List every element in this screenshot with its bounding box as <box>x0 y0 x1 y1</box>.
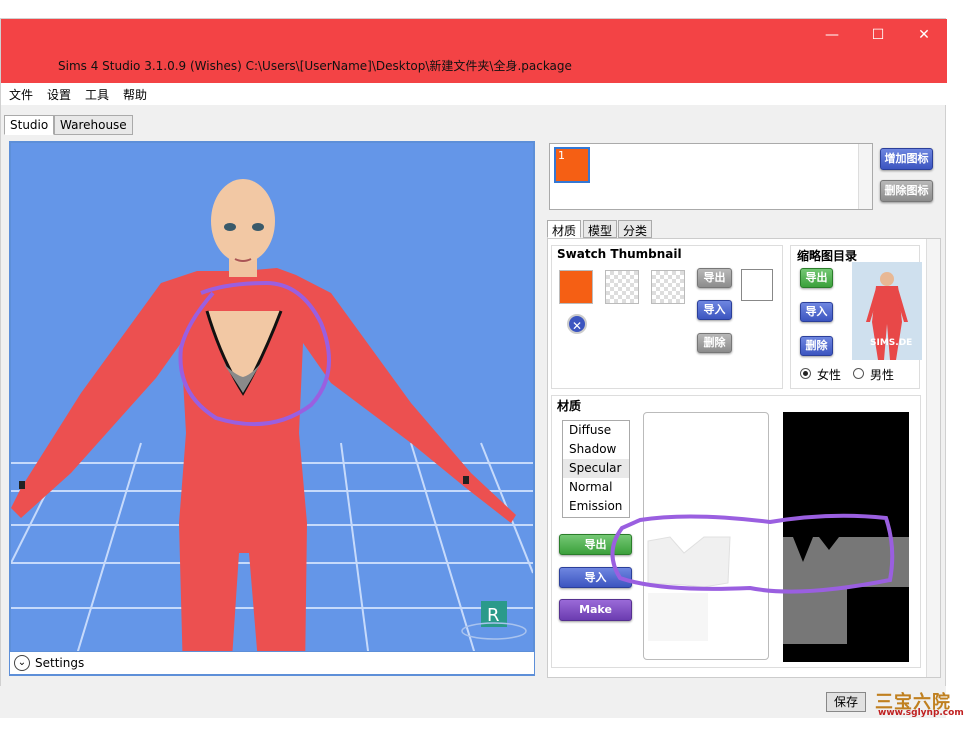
annotation-oval <box>610 513 895 594</box>
tab-studio[interactable]: Studio <box>4 115 55 135</box>
chevron-down-icon[interactable]: ⌄ <box>14 655 30 671</box>
swatch-delete-button[interactable]: 删除 <box>697 333 732 353</box>
close-icon[interactable]: ✕ <box>908 25 940 45</box>
title-bar: Sims 4 Studio 3.1.0.9 (Wishes) C:\Users\… <box>1 19 947 83</box>
tab-category[interactable]: 分类 <box>618 220 653 238</box>
catalog-thumb-text: SIMS.DE <box>870 338 913 348</box>
settings-label: Settings <box>35 656 85 670</box>
add-icon-button[interactable]: 增加图标 <box>880 148 933 170</box>
list-item[interactable]: Specular <box>563 459 629 478</box>
sim-figure <box>11 179 516 674</box>
female-radio[interactable] <box>800 368 811 379</box>
tab-warehouse[interactable]: Warehouse <box>54 115 133 135</box>
menu-help[interactable]: 帮助 <box>123 86 147 103</box>
remove-swatch-icon[interactable]: ✕ <box>567 314 587 334</box>
window-title: Sims 4 Studio 3.1.0.9 (Wishes) C:\Users\… <box>58 59 572 73</box>
material-list[interactable]: Diffuse Shadow Specular Normal Emission <box>562 420 630 518</box>
settings-bar[interactable]: ⌄ Settings <box>9 651 535 675</box>
male-radio[interactable] <box>853 368 864 379</box>
swatch-color[interactable] <box>559 270 593 304</box>
female-label: 女性 <box>817 368 842 382</box>
swatch-title: Swatch Thumbnail <box>557 247 682 261</box>
model-preview: R <box>11 179 533 674</box>
catalog-thumbnail: SIMS.DE <box>852 262 922 360</box>
swatch-slot-2[interactable] <box>605 270 639 304</box>
watermark-url: www.sglynp.com <box>878 708 964 718</box>
icon-list[interactable]: 1 <box>549 143 873 210</box>
catalog-export-button[interactable]: 导出 <box>800 268 833 288</box>
menu-settings[interactable]: 设置 <box>47 86 71 103</box>
swatch-slot-3[interactable] <box>651 270 685 304</box>
catalog-import-button[interactable]: 导入 <box>800 302 833 322</box>
tab-material[interactable]: 材质 <box>547 220 582 238</box>
make-blank-button[interactable]: Make Blank <box>559 599 632 636</box>
menu-tools[interactable]: 工具 <box>85 86 109 103</box>
3d-viewport[interactable]: R <box>9 141 535 676</box>
remove-icon-button[interactable]: 删除图标 <box>880 180 933 202</box>
swatch-group <box>551 245 783 389</box>
icon-thumbnail[interactable]: 1 <box>554 147 590 183</box>
tab-model[interactable]: 模型 <box>583 220 618 238</box>
swatch-preview <box>741 269 773 301</box>
list-item[interactable]: Normal <box>563 478 629 497</box>
status-bar <box>0 686 946 718</box>
panel-scrollbar[interactable] <box>926 239 940 677</box>
minimize-icon[interactable]: — <box>816 25 848 45</box>
icon-index: 1 <box>558 149 565 162</box>
menu-bar: 文件 设置 工具 帮助 <box>1 83 947 105</box>
icon-list-scrollbar[interactable] <box>858 144 872 209</box>
swatch-export-button[interactable]: 导出 <box>697 268 732 288</box>
maximize-icon[interactable]: ☐ <box>862 25 894 45</box>
material-title: 材质 <box>557 399 582 413</box>
swatch-import-button[interactable]: 导入 <box>697 300 732 320</box>
list-item[interactable]: Diffuse <box>563 421 629 440</box>
catalog-title: 缩略图目录 <box>797 249 858 263</box>
male-label: 男性 <box>870 368 895 382</box>
list-item[interactable]: Shadow <box>563 440 629 459</box>
save-button[interactable]: 保存 <box>826 692 866 712</box>
catalog-delete-button[interactable]: 删除 <box>800 336 833 356</box>
menu-file[interactable]: 文件 <box>9 86 33 103</box>
